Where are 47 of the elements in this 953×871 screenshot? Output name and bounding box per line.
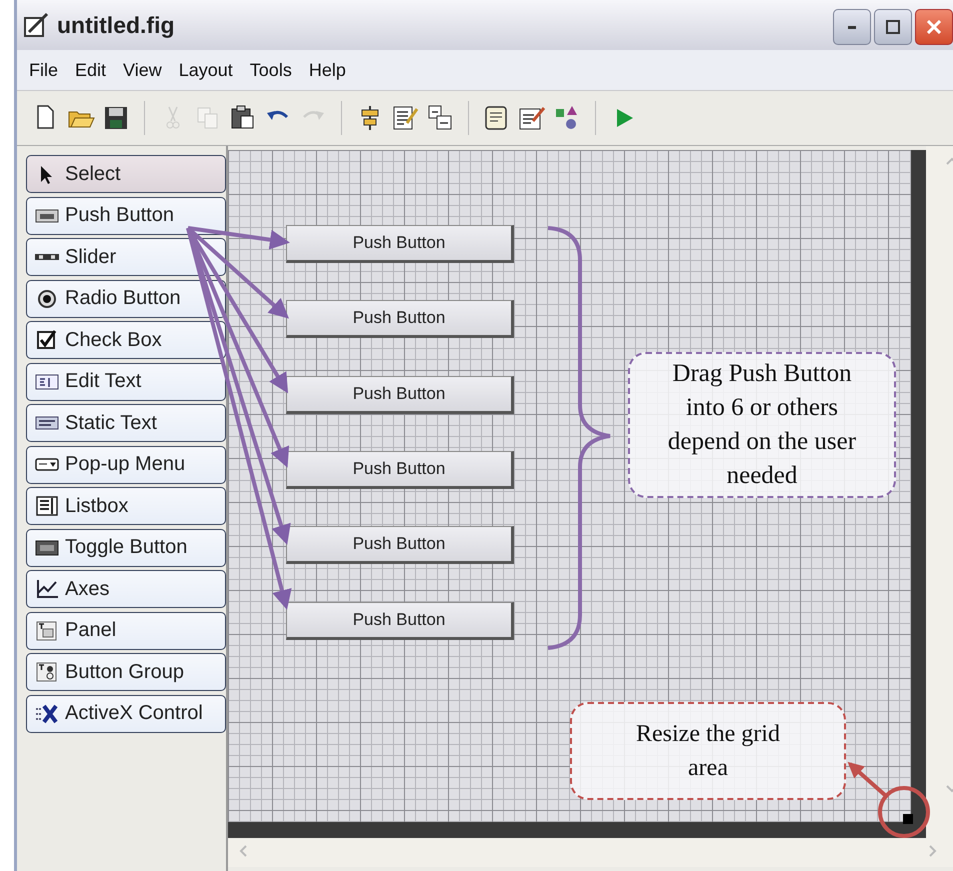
listbox-tool-icon <box>35 496 59 516</box>
palette-tool[interactable]: Axes <box>26 570 226 608</box>
menu-item[interactable]: Edit <box>69 60 118 80</box>
palette-tool[interactable]: Pop-up Menu <box>26 446 226 484</box>
window-title: untitled.fig <box>57 12 175 38</box>
callout-note: Drag Push Button into 6 or others depend on the user needed <box>628 352 896 498</box>
palette-tool[interactable]: Button Group <box>26 653 226 691</box>
menu-item[interactable]: File <box>23 60 70 80</box>
close-icon <box>927 20 941 34</box>
resize-handle[interactable] <box>903 814 913 824</box>
palette-tool[interactable]: ActiveX Control <box>26 694 226 732</box>
palette-tool[interactable]: Slider <box>26 238 226 276</box>
activex-tool-icon <box>35 704 59 724</box>
highlight-circle <box>878 786 930 838</box>
push-button[interactable]: Push Button <box>286 225 514 263</box>
palette-tool[interactable]: Static Text <box>26 404 226 442</box>
arrow <box>848 762 888 798</box>
maximize-button[interactable] <box>874 9 912 45</box>
menu-item[interactable]: Layout <box>172 60 244 80</box>
palette-tool[interactable]: Select <box>26 155 226 193</box>
palette-tool[interactable]: Panel <box>26 612 226 650</box>
panel-tool-icon <box>35 620 59 640</box>
palette-tool[interactable]: Edit Text <box>26 362 226 400</box>
push-button[interactable]: Push Button <box>286 602 514 640</box>
palette-tool[interactable]: Listbox <box>26 487 226 525</box>
minimize-icon <box>848 26 856 28</box>
edit-tool-icon <box>35 372 59 392</box>
palette-tool[interactable]: Toggle Button <box>26 528 226 566</box>
push-button[interactable]: Push Button <box>286 451 514 489</box>
palette-tool[interactable]: Radio Button <box>26 280 226 318</box>
maximize-icon <box>886 20 900 34</box>
palette-tool[interactable]: Check Box <box>26 321 226 359</box>
menu-item[interactable]: Tools <box>244 60 303 80</box>
toggle-tool-icon <box>35 538 59 558</box>
check-tool-icon <box>35 330 59 350</box>
axes-tool-icon <box>35 579 59 599</box>
push-button[interactable]: Push Button <box>286 376 514 414</box>
close-button[interactable] <box>915 9 953 45</box>
menu-item[interactable]: View <box>117 60 173 80</box>
group-tool-icon <box>35 662 59 682</box>
callout-note: Resize the grid area <box>570 702 846 800</box>
menu-item[interactable]: Help <box>302 60 357 80</box>
push-button[interactable]: Push Button <box>286 526 514 564</box>
push-button[interactable]: Push Button <box>286 300 514 338</box>
slider-tool-icon <box>35 254 59 260</box>
radio-tool-icon <box>35 288 59 308</box>
palette-tool[interactable]: Push Button <box>26 196 226 234</box>
